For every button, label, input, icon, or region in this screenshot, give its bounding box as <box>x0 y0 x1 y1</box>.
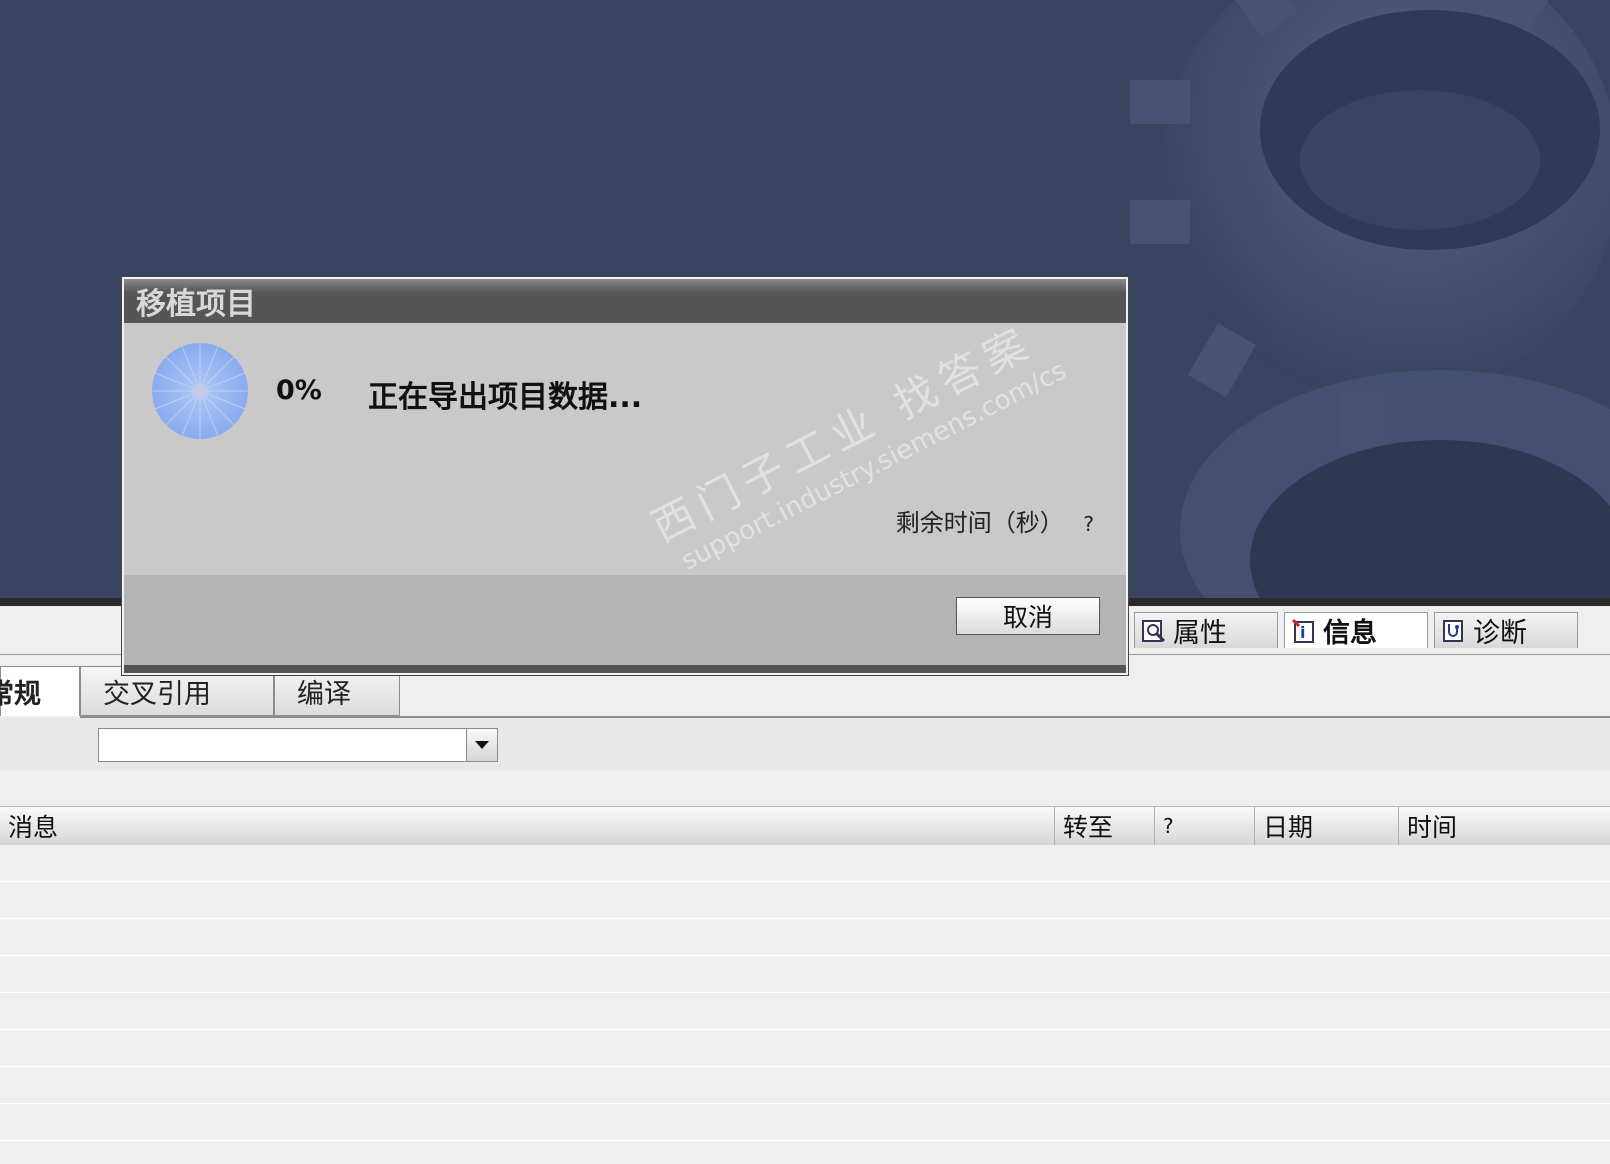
tab-diagnostics-label: 诊断 <box>1473 618 1527 649</box>
diagnostics-icon <box>1443 619 1463 642</box>
tab-info[interactable]: i 信息 <box>1284 612 1428 649</box>
table-row[interactable] <box>0 1067 1610 1104</box>
inspector-panel: 属性 i 信息 诊断 常规 交叉引用 编译 消息 转至 ? 日期 时间 <box>0 606 1610 1164</box>
progress-status: 正在导出项目数据... <box>368 380 643 415</box>
tab-diagnostics[interactable]: 诊断 <box>1434 612 1578 649</box>
table-row[interactable] <box>0 882 1610 919</box>
dialog-bottom-edge <box>124 665 1126 673</box>
table-row[interactable] <box>0 1104 1610 1141</box>
info-icon: i <box>1291 618 1314 643</box>
table-row[interactable] <box>0 919 1610 956</box>
dialog-title[interactable]: 移植项目 <box>124 279 1126 323</box>
migrate-project-dialog: 移植项目 0% 正在导出项目数据... 剩余时间（秒） ? 取消 <box>122 277 1128 675</box>
column-goto[interactable]: 转至 <box>1054 807 1154 845</box>
filter-combobox[interactable] <box>98 728 498 762</box>
column-goto-label: 转至 <box>1063 813 1114 842</box>
cancel-button[interactable]: 取消 <box>956 597 1100 635</box>
remaining-time-label: 剩余时间（秒） <box>895 509 1064 537</box>
properties-icon <box>1142 619 1166 642</box>
progress-spinner-icon <box>152 343 248 439</box>
tab-info-label: 信息 <box>1323 618 1377 649</box>
column-time-label: 时间 <box>1407 813 1458 842</box>
tab-general-label: 常规 <box>0 679 41 710</box>
remaining-time: 剩余时间（秒） ? <box>896 503 1094 538</box>
tab-properties-label: 属性 <box>1173 618 1227 649</box>
column-help[interactable]: ? <box>1154 807 1254 845</box>
gear-graphic <box>1130 0 1610 604</box>
column-time[interactable]: 时间 <box>1398 807 1610 845</box>
column-message[interactable]: 消息 <box>0 807 1054 845</box>
svg-text:i: i <box>1300 623 1305 642</box>
column-date-label: 日期 <box>1263 813 1314 842</box>
progress-percent: 0% <box>276 375 322 406</box>
column-help-label: ? <box>1163 814 1174 838</box>
remaining-time-value: ? <box>1083 512 1094 536</box>
tab-general[interactable]: 常规 <box>0 666 80 716</box>
column-date[interactable]: 日期 <box>1254 807 1398 845</box>
message-table-body <box>0 845 1610 1141</box>
table-row[interactable] <box>0 993 1610 1030</box>
tab-compile-label: 编译 <box>297 678 351 710</box>
chevron-down-icon[interactable] <box>466 729 497 761</box>
tab-properties[interactable]: 属性 <box>1134 612 1278 649</box>
table-row[interactable] <box>0 956 1610 993</box>
message-table-header: 消息 转至 ? 日期 时间 <box>0 806 1610 846</box>
dialog-button-bar: 取消 <box>124 575 1126 673</box>
table-row[interactable] <box>0 1030 1610 1067</box>
tab-cross-references-label: 交叉引用 <box>103 678 211 710</box>
table-row[interactable] <box>0 845 1610 882</box>
filter-row <box>0 718 1610 770</box>
column-message-label: 消息 <box>8 813 59 842</box>
